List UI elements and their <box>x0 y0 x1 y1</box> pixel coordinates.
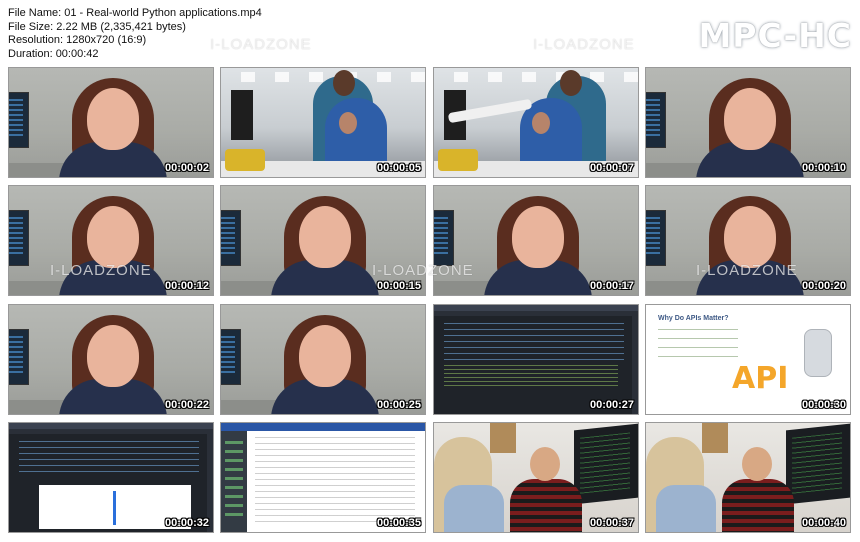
timestamp: 00:00:17 <box>589 280 634 292</box>
person-face <box>742 447 772 481</box>
thumbnail[interactable]: 00:00:22 <box>8 304 214 415</box>
thumbnail[interactable]: 00:00:35 <box>220 422 426 533</box>
resolution-line: Resolution: 1280x720 (16:9) <box>8 34 147 47</box>
timestamp: 00:00:20 <box>801 280 846 292</box>
timestamp: 00:00:12 <box>164 280 209 292</box>
thumbnail[interactable]: 00:00:12 <box>8 185 214 296</box>
person-foreground <box>434 437 504 532</box>
timestamp: 00:00:05 <box>376 162 421 174</box>
timestamp: 00:00:37 <box>589 517 634 529</box>
slide-title: Why Do APIs Matter? <box>658 315 729 322</box>
timestamp: 00:00:25 <box>376 399 421 411</box>
doc-sidebar <box>221 431 247 532</box>
duration-line: Duration: 00:00:42 <box>8 47 99 60</box>
file-size-line: File Size: 2.22 MB (2,335,421 bytes) <box>8 20 186 33</box>
thumbnail[interactable]: 00:00:05 <box>220 67 426 178</box>
timestamp: 00:00:15 <box>376 280 421 292</box>
thumbnail[interactable]: 00:00:25 <box>220 304 426 415</box>
slide-bullets <box>658 329 738 365</box>
thumbnail[interactable]: 00:00:15 <box>220 185 426 296</box>
timestamp: 00:00:35 <box>376 517 421 529</box>
person-foreground <box>646 437 716 532</box>
code-lines <box>444 323 624 363</box>
thumbnail[interactable]: 00:00:32 <box>8 422 214 533</box>
timestamp: 00:00:22 <box>164 399 209 411</box>
thumbnail[interactable]: 00:00:40 <box>645 422 851 533</box>
timestamp: 00:00:30 <box>801 399 846 411</box>
thumbnail[interactable]: 00:00:20 <box>645 185 851 296</box>
background-monitor <box>9 92 29 148</box>
thumbnail[interactable]: 00:00:02 <box>8 67 214 178</box>
timestamp: 00:00:10 <box>801 162 846 174</box>
timestamp: 00:00:07 <box>589 162 634 174</box>
person-face <box>530 447 560 481</box>
robot-graphic <box>804 329 832 377</box>
presenter-face <box>87 88 139 150</box>
timestamp: 00:00:40 <box>801 517 846 529</box>
monitor <box>574 423 638 505</box>
file-name-line: File Name: 01 - Real-world Python applic… <box>8 7 262 19</box>
code-lines <box>19 441 199 473</box>
doc-text <box>255 437 415 522</box>
terminal-output <box>444 365 618 387</box>
thumbnail[interactable]: 00:00:37 <box>433 422 639 533</box>
thumbnail[interactable]: 00:00:10 <box>645 67 851 178</box>
watermark: I-LOADZONE <box>533 36 635 53</box>
timestamp: 00:00:02 <box>164 162 209 174</box>
thumbnail[interactable]: 00:00:17 <box>433 185 639 296</box>
monitor <box>786 423 850 505</box>
timestamp: 00:00:32 <box>164 517 209 529</box>
timestamp: 00:00:27 <box>589 399 634 411</box>
mpc-hc-logo: MPC-HC <box>698 16 852 55</box>
api-graphic: API <box>732 361 789 396</box>
thumbnail[interactable]: 00:00:27 <box>433 304 639 415</box>
file-info-panel: File Name: 01 - Real-world Python applic… <box>8 7 262 61</box>
thumbnail[interactable]: 00:00:07 <box>433 67 639 178</box>
thumbnail[interactable]: Why Do APIs Matter? API 00:00:30 <box>645 304 851 415</box>
